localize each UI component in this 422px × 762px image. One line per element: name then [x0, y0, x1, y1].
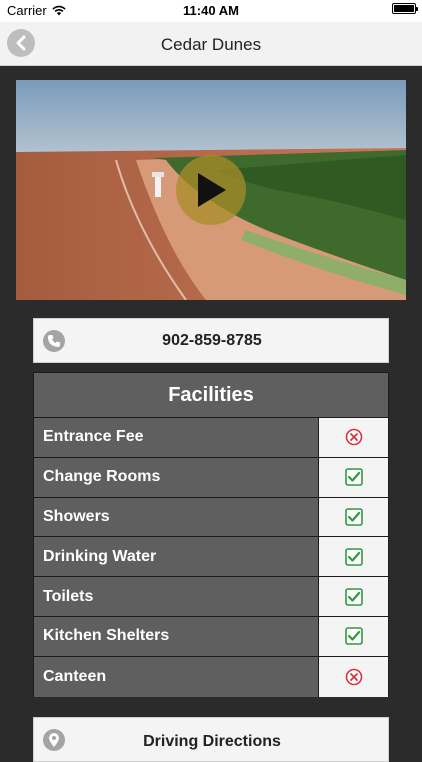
- facility-label: Canteen: [34, 656, 319, 697]
- facility-label: Drinking Water: [34, 537, 319, 577]
- facility-label: Toilets: [34, 577, 319, 616]
- facility-row: Showers: [34, 497, 388, 538]
- page-title: Cedar Dunes: [160, 35, 262, 54]
- facility-row: Change Rooms: [34, 457, 388, 498]
- facility-label: Showers: [34, 497, 319, 537]
- cross-icon: [319, 418, 388, 457]
- check-icon: [319, 616, 388, 656]
- cross-icon: [319, 656, 388, 697]
- check-icon: [319, 537, 388, 577]
- facilities-rows: Entrance Fee Change Rooms Showers Drinking …: [34, 418, 388, 697]
- phone-button[interactable]: 902-859-8785: [33, 318, 389, 363]
- phone-number: 902-859-8785: [162, 332, 262, 349]
- facility-row: Toilets: [34, 577, 388, 617]
- status-right: [392, 3, 418, 14]
- facility-row: Canteen: [34, 656, 388, 697]
- check-icon: [319, 577, 388, 616]
- facility-row: Entrance Fee: [34, 418, 388, 458]
- check-icon: [319, 457, 388, 497]
- play-button[interactable]: [176, 155, 246, 225]
- facility-row: Kitchen Shelters: [34, 616, 388, 657]
- facility-label: Entrance Fee: [34, 418, 319, 457]
- driving-directions-label: Driving Directions: [143, 733, 281, 750]
- check-icon: [319, 497, 388, 537]
- play-icon: [198, 173, 226, 207]
- status-time: 11:40 AM: [183, 3, 239, 18]
- facilities-table: Facilities Entrance Fee Change Rooms Showe…: [33, 372, 389, 697]
- facility-row: Drinking Water: [34, 537, 388, 578]
- facilities-title: Facilities: [34, 373, 388, 418]
- navigation-bar: Cedar Dunes: [0, 22, 422, 66]
- battery-icon: [392, 3, 418, 14]
- battery-fill: [394, 5, 414, 12]
- facility-label: Change Rooms: [34, 457, 319, 497]
- driving-directions-button[interactable]: Driving Directions: [33, 717, 389, 762]
- facility-label: Kitchen Shelters: [34, 616, 319, 656]
- status-bar: Carrier 11:40 AM: [0, 0, 422, 22]
- video-player[interactable]: [16, 80, 406, 300]
